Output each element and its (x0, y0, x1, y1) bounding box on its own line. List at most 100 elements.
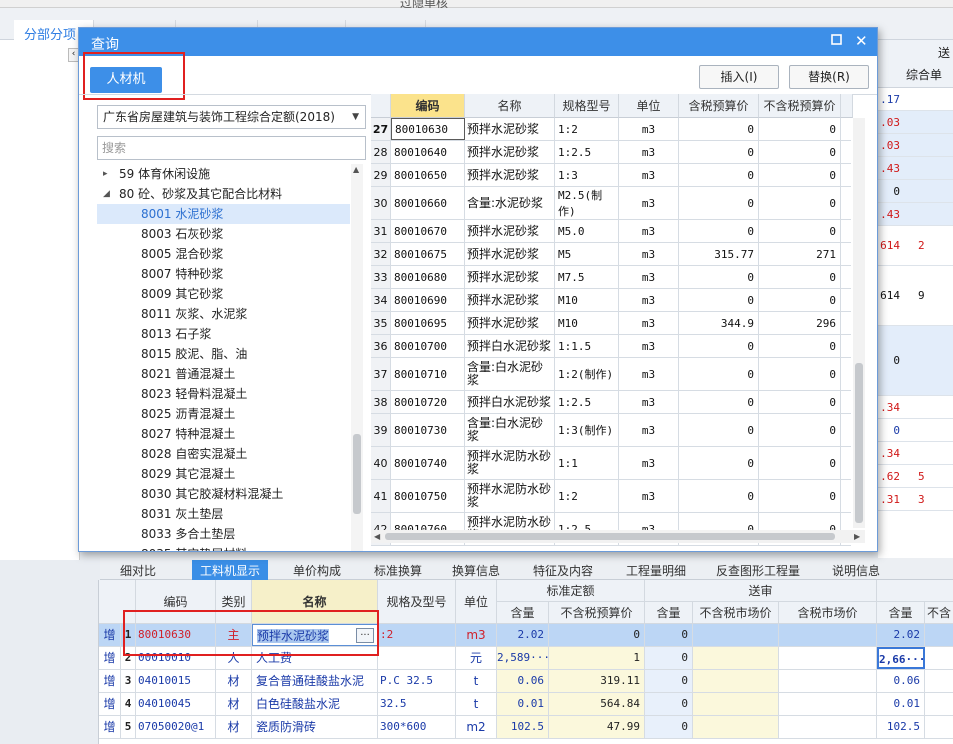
material-row[interactable]: 35 80010695 预拌水泥砂浆 M10 m3 344.9 296 (371, 312, 851, 335)
material-notax-price: 0 (759, 447, 841, 479)
material-row[interactable]: 36 80010700 预拌白水泥砂浆 1:1.5 m3 0 0 (371, 335, 851, 358)
glj-unit: t (456, 670, 497, 692)
replace-button[interactable]: 替换(R) (789, 65, 869, 89)
tree-item[interactable]: 8029 其它混凝土 (97, 464, 350, 484)
right-cell-value: .31 (880, 492, 900, 506)
mat-col-unit: 单位 (619, 94, 679, 118)
tree-item[interactable]: 8033 多合土垫层 (97, 524, 350, 544)
material-row[interactable]: 28 80010640 预拌水泥砂浆 1:2.5 m3 0 0 (371, 141, 851, 164)
tab-unit-price[interactable]: 单价构成 (293, 560, 341, 580)
mat-col-notaxprice: 不含税预算价 (759, 94, 841, 118)
row-op: 增 (99, 624, 121, 646)
row-index: 40 (371, 447, 391, 479)
tree-item[interactable]: ▸ 59 体育休闲设施 (97, 164, 350, 184)
glj-qty-ss: 0 (645, 624, 693, 646)
tree-item[interactable]: 8028 自密实混凝土 (97, 444, 350, 464)
scroll-up-icon[interactable]: ▲ (353, 165, 359, 174)
material-notax-price: 0 (759, 164, 841, 186)
scroll-right-icon[interactable]: ▶ (854, 532, 860, 541)
material-row[interactable]: 34 80010690 预拌水泥砂浆 M10 m3 0 0 (371, 289, 851, 312)
glj-market-notax (693, 624, 779, 646)
material-row[interactable]: 30 80010660 含量:水泥砂浆 M2.5(制作) m3 0 0 (371, 187, 851, 220)
expand-toggle-icon[interactable]: ◢ (103, 184, 110, 204)
glj-row[interactable]: 增 3 04010015 材复合普通硅酸盐水泥 P.C 32.5 t 0.06 319.11 0… (99, 670, 953, 693)
tree-item[interactable]: 8025 沥青混凝土 (97, 404, 350, 424)
material-code: 80010695 (391, 312, 465, 334)
material-name: 预拌水泥防水砂浆 (465, 447, 555, 479)
material-row[interactable]: 39 80010730 含量:白水泥砂浆 1:3(制作) m3 0 0 (371, 414, 851, 447)
maximize-icon[interactable] (831, 34, 843, 46)
material-row[interactable]: 40 80010740 预拌水泥防水砂浆 1:1 m3 0 0 (371, 447, 851, 480)
glj-row[interactable]: 增 5 07050020@1 材瓷质防滑砖 300*600 m2 102.5 47.99 0 10… (99, 716, 953, 739)
right-cell-value-2: 3 (918, 492, 925, 506)
tree-item[interactable]: 8023 轻骨料混凝土 (97, 384, 350, 404)
material-notax-price: 0 (759, 414, 841, 446)
material-unit: m3 (619, 335, 679, 357)
tab-notes[interactable]: 说明信息 (832, 560, 880, 580)
insert-button[interactable]: 插入(I) (699, 65, 779, 89)
tree-item[interactable]: 8013 石子浆 (97, 324, 350, 344)
tab-quantity-detail[interactable]: 工程量明细 (626, 560, 686, 580)
glj-row[interactable]: 增 4 04010045 材白色硅酸盐水泥 32.5 t 0.01 564.84 0 0.01 (99, 693, 953, 716)
tree-item[interactable]: 8009 其它砂浆 (97, 284, 350, 304)
material-spec: M10 (555, 312, 619, 334)
material-code: 80010740 (391, 447, 465, 479)
query-dialog: 查询 ✕ 人材机 插入(I) 替换(R) 广东省房屋建筑与装饰工程综合定额(20… (78, 27, 878, 552)
tree-item[interactable]: 8021 普通混凝土 (97, 364, 350, 384)
material-tax-price: 0 (679, 266, 759, 288)
material-vscroll-thumb[interactable] (855, 363, 863, 523)
material-name: 预拌水泥砂浆 (465, 289, 555, 311)
expand-toggle-icon[interactable]: ▸ (103, 164, 108, 184)
glj-type: 材 (216, 670, 252, 692)
material-row[interactable]: 27 80010630 预拌水泥砂浆 1:2 m3 0 0 (371, 118, 851, 141)
material-row[interactable]: 38 80010720 预拌白水泥砂浆 1:2.5 m3 0 0 (371, 391, 851, 414)
material-code: 80010720 (391, 391, 465, 413)
material-code: 80010630 (391, 118, 465, 140)
tab-features[interactable]: 特征及内容 (533, 560, 593, 580)
tree-item[interactable]: 8003 石灰砂浆 (97, 224, 350, 244)
tree-item-label: 8005 混合砂浆 (141, 247, 224, 261)
scroll-left-icon[interactable]: ◀ (374, 532, 380, 541)
material-name: 预拌白水泥砂浆 (465, 335, 555, 357)
quota-library-select[interactable]: 广东省房屋建筑与装饰工程综合定额(2018) ▼ (97, 105, 366, 129)
tree-item[interactable]: 8027 特种混凝土 (97, 424, 350, 444)
close-icon[interactable]: ✕ (855, 32, 868, 50)
material-code: 80010730 (391, 414, 465, 446)
tree-item[interactable]: 8011 灰浆、水泥浆 (97, 304, 350, 324)
material-row[interactable]: 29 80010650 预拌水泥砂浆 1:3 m3 0 0 (371, 164, 851, 187)
tree-item[interactable]: 8031 灰土垫层 (97, 504, 350, 524)
tree-scroll-thumb[interactable] (353, 434, 361, 514)
material-vscrollbar[interactable] (853, 118, 865, 528)
tree-item[interactable]: ◢ 80 砼、砂浆及其它配合比材料 (97, 184, 350, 204)
tab-convert-info[interactable]: 换算信息 (452, 560, 500, 580)
tree-item[interactable]: 8001 水泥砂浆 (97, 204, 350, 224)
tree-scrollbar[interactable]: ▲ (351, 164, 363, 551)
tree-item[interactable]: 8015 胶泥、脂、油 (97, 344, 350, 364)
tree-item[interactable]: 8005 混合砂浆 (97, 244, 350, 264)
material-notax-price: 0 (759, 220, 841, 242)
material-tax-price: 0 (679, 141, 759, 163)
material-row[interactable]: 33 80010680 预拌水泥砂浆 M7.5 m3 0 0 (371, 266, 851, 289)
material-name: 预拌水泥砂浆 (465, 164, 555, 186)
tree-item[interactable]: 8030 其它胶凝材料混凝土 (97, 484, 350, 504)
chevron-down-icon: ▼ (352, 112, 359, 122)
material-row[interactable]: 31 80010670 预拌水泥砂浆 M5.0 m3 0 0 (371, 220, 851, 243)
material-hscroll-thumb[interactable] (385, 533, 835, 540)
tab-std-convert[interactable]: 标准换算 (374, 560, 422, 580)
material-row[interactable]: 37 80010710 含量:白水泥砂浆 1:2(制作) m3 0 0 (371, 358, 851, 391)
right-cell: .43 (878, 157, 953, 180)
material-hscrollbar[interactable]: ◀ ▶ (371, 530, 865, 543)
glj-price-std: 319.11 (549, 670, 645, 692)
tree-item[interactable]: 8035 其它垫层材料 (97, 544, 350, 551)
tab-glj-display[interactable]: 工料机显示 (192, 560, 269, 580)
tab-reverse-graphic[interactable]: 反查图形工程量 (716, 560, 800, 580)
tab-compare[interactable]: 细对比 (120, 560, 156, 580)
material-row[interactable]: 41 80010750 预拌水泥防水砂浆 1:2 m3 0 0 (371, 480, 851, 513)
right-cell-value: .34 (880, 400, 900, 414)
group-songshen: 送审 (645, 580, 877, 602)
tree-item[interactable]: 8007 特种砂浆 (97, 264, 350, 284)
material-row[interactable]: 32 80010675 预拌水泥砂浆 M5 m3 315.77 271 (371, 243, 851, 266)
search-input[interactable]: 搜索 (97, 136, 366, 160)
glj-code: 07050020@1 (136, 716, 216, 738)
material-notax-price: 0 (759, 289, 841, 311)
